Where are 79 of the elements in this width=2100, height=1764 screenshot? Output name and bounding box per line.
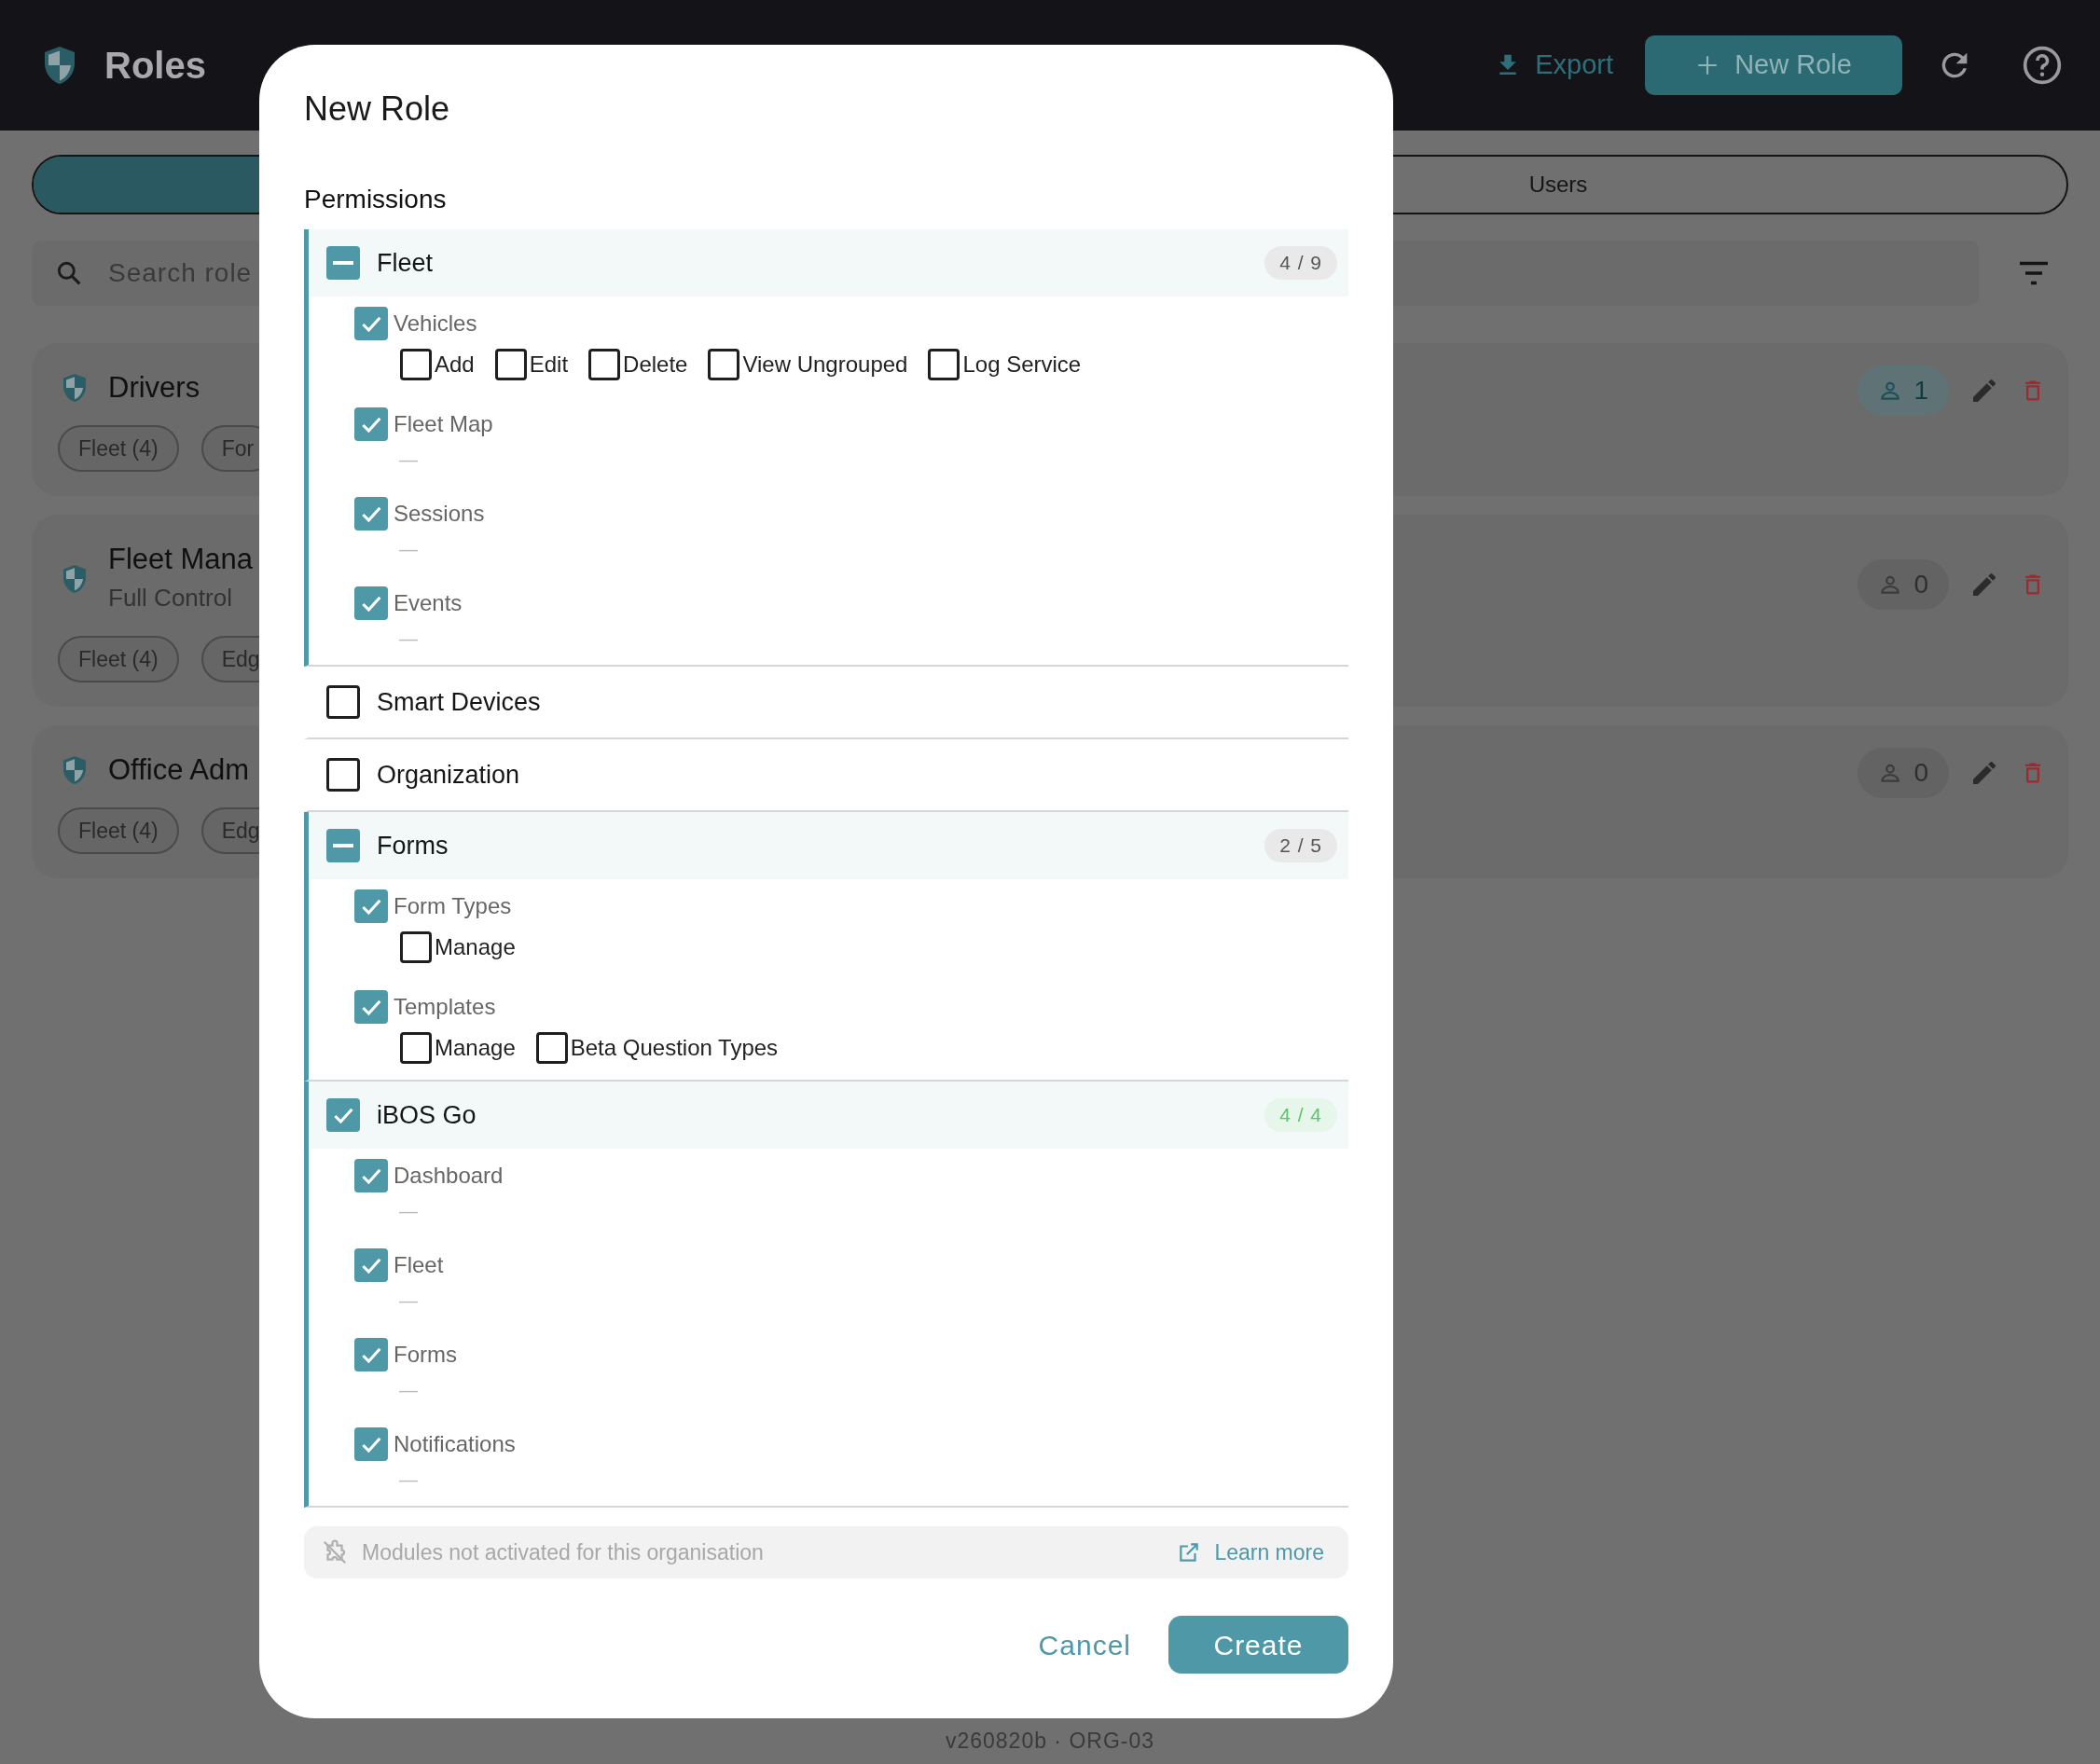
action-label: Add bbox=[435, 351, 475, 379]
permission-label: Form Types bbox=[394, 892, 512, 920]
module-name: Fleet bbox=[377, 247, 434, 279]
role-description: Full Control bbox=[108, 583, 233, 613]
create-button[interactable]: Create bbox=[1168, 1616, 1348, 1674]
module-tag: Edg bbox=[200, 807, 259, 854]
empty-marker: — bbox=[399, 538, 419, 560]
action-label: View Ungrouped bbox=[742, 351, 908, 379]
checkbox[interactable] bbox=[928, 349, 960, 380]
action-label: Beta Question Types bbox=[570, 1034, 779, 1062]
permission-label: Dashboard bbox=[394, 1162, 504, 1190]
checkbox[interactable] bbox=[326, 246, 360, 280]
module-name: Forms bbox=[377, 830, 449, 861]
checkbox[interactable] bbox=[354, 586, 388, 620]
permission-label: Notifications bbox=[394, 1430, 516, 1458]
export-button[interactable]: Export bbox=[1494, 45, 1613, 86]
empty-marker: — bbox=[399, 1379, 419, 1401]
checkbox[interactable] bbox=[326, 758, 360, 792]
empty-marker: — bbox=[399, 1200, 419, 1222]
module-tag: Fleet (4) bbox=[58, 636, 179, 682]
role-name: Drivers bbox=[108, 370, 200, 406]
role-name: Office Adm bbox=[108, 752, 250, 788]
checkbox[interactable] bbox=[588, 349, 621, 380]
puzzle-off-icon bbox=[321, 1538, 349, 1566]
checkbox[interactable] bbox=[494, 349, 527, 380]
empty-marker: — bbox=[399, 1289, 419, 1312]
checkbox[interactable] bbox=[326, 685, 360, 719]
action-label: Manage bbox=[435, 1034, 516, 1062]
module-tag: Fleet (4) bbox=[58, 807, 179, 854]
checkbox[interactable] bbox=[326, 1098, 360, 1132]
checkbox[interactable] bbox=[354, 1338, 388, 1371]
checkbox[interactable] bbox=[354, 497, 388, 531]
empty-marker: — bbox=[399, 1468, 419, 1491]
checkbox[interactable] bbox=[354, 990, 388, 1024]
cancel-button[interactable]: Cancel bbox=[1038, 1623, 1131, 1666]
user-count: 1 bbox=[1858, 365, 1949, 416]
checkbox[interactable] bbox=[400, 1032, 432, 1064]
action-label: Manage bbox=[435, 933, 516, 961]
action-label: Log Service bbox=[962, 351, 1082, 379]
checkbox[interactable] bbox=[400, 931, 432, 963]
permission-label: Templates bbox=[394, 993, 496, 1021]
checkbox[interactable] bbox=[354, 1427, 388, 1461]
action-label: Delete bbox=[623, 351, 688, 379]
new-role-button[interactable]: New Role bbox=[1645, 35, 1902, 95]
checkbox[interactable] bbox=[708, 349, 740, 380]
section-heading: Permissions bbox=[304, 184, 448, 215]
module-name: Smart Devices bbox=[377, 686, 541, 718]
permission-label: Vehicles bbox=[394, 310, 477, 338]
count-badge: 2 / 5 bbox=[1264, 829, 1337, 862]
learn-more-link[interactable]: Learn more bbox=[1177, 1536, 1324, 1569]
empty-marker: — bbox=[399, 627, 419, 650]
checkbox[interactable] bbox=[400, 349, 432, 380]
action-label: Edit bbox=[529, 351, 569, 379]
permission-label: Forms bbox=[394, 1341, 457, 1369]
count-badge: 4 / 9 bbox=[1264, 246, 1337, 280]
permission-label: Fleet bbox=[394, 1251, 444, 1279]
checkbox[interactable] bbox=[354, 1248, 388, 1282]
page-title: Roles bbox=[104, 44, 206, 88]
help-icon[interactable] bbox=[2022, 45, 2063, 86]
checkbox[interactable] bbox=[326, 829, 360, 862]
module-name: iBOS Go bbox=[377, 1099, 477, 1131]
checkbox[interactable] bbox=[354, 889, 388, 923]
count-badge: 4 / 4 bbox=[1264, 1098, 1337, 1132]
notice-text: Modules not activated for this organisation bbox=[362, 1538, 764, 1566]
checkbox[interactable] bbox=[354, 407, 388, 441]
checkbox[interactable] bbox=[535, 1032, 568, 1064]
module-tag: For bbox=[200, 425, 259, 472]
permission-label: Sessions bbox=[394, 500, 485, 528]
tab[interactable]: Users bbox=[1050, 157, 2066, 213]
module-tag: Edg bbox=[200, 636, 259, 682]
module-name: Organization bbox=[377, 759, 520, 791]
empty-marker: — bbox=[399, 448, 419, 471]
module-tag: Fleet (4) bbox=[58, 425, 179, 472]
checkbox[interactable] bbox=[354, 1159, 388, 1192]
role-name: Fleet Mana bbox=[108, 542, 254, 577]
checkbox[interactable] bbox=[354, 307, 388, 340]
permission-label: Events bbox=[394, 589, 463, 617]
dialog-title: New Role bbox=[304, 89, 451, 130]
permission-label: Fleet Map bbox=[394, 410, 493, 438]
